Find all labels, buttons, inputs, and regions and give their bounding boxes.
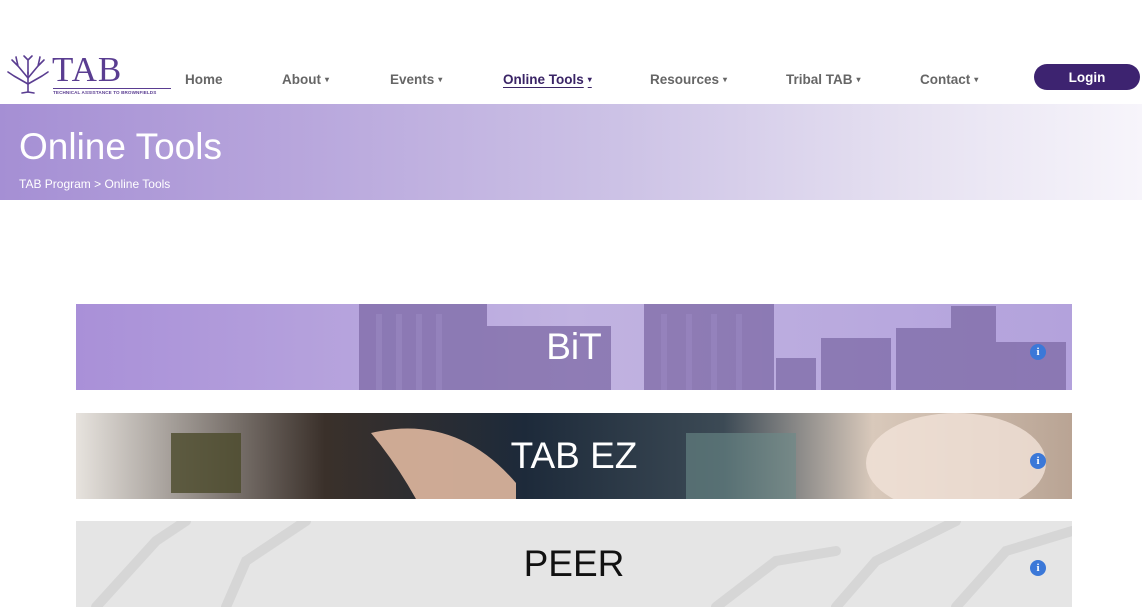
page-title: Online Tools xyxy=(19,126,222,167)
logo-tagline: TECHNICAL ASSISTANCE TO BROWNFIELDS xyxy=(53,90,157,95)
nav-home-label: Home xyxy=(185,72,223,87)
info-icon[interactable]: i xyxy=(1030,453,1046,469)
nav-home[interactable]: Home xyxy=(185,72,223,87)
nav-about-label: About xyxy=(282,72,321,87)
tool-banner-peer[interactable]: PEER i xyxy=(76,521,1072,607)
nav-contact[interactable]: Contact ▾ xyxy=(920,72,978,87)
tree-logo-icon xyxy=(7,55,49,94)
tool-banner-bit[interactable]: BiT i xyxy=(76,304,1072,390)
chevron-down-icon: ▾ xyxy=(324,75,329,84)
chevron-down-icon: ▾ xyxy=(587,75,592,84)
chevron-down-icon: ▾ xyxy=(856,75,861,84)
nav-events-label: Events xyxy=(390,72,435,87)
page-hero: Online Tools TAB Program > Online Tools xyxy=(0,104,1142,200)
chevron-down-icon: ▾ xyxy=(438,75,443,84)
login-button[interactable]: Login xyxy=(1034,64,1140,90)
info-icon[interactable]: i xyxy=(1030,344,1046,360)
nav-resources[interactable]: Resources ▾ xyxy=(650,72,727,87)
nav-online-tools[interactable]: Online Tools ▾ xyxy=(503,72,592,87)
chevron-down-icon: ▾ xyxy=(974,75,979,84)
nav-about[interactable]: About ▾ xyxy=(282,72,329,87)
breadcrumb[interactable]: TAB Program > Online Tools xyxy=(19,177,170,191)
info-icon[interactable]: i xyxy=(1030,560,1046,576)
tab-logo[interactable]: TAB TECHNICAL ASSISTANCE TO BROWNFIELDS xyxy=(6,50,171,96)
tool-banner-tab-ez[interactable]: TAB EZ i xyxy=(76,413,1072,499)
nav-contact-label: Contact xyxy=(920,72,971,87)
nav-events[interactable]: Events ▾ xyxy=(390,72,442,87)
nav-online-tools-label: Online Tools xyxy=(503,72,584,87)
chevron-down-icon: ▾ xyxy=(723,75,728,84)
tool-title-bit: BiT xyxy=(546,326,602,367)
nav-tribal-tab-label: Tribal TAB xyxy=(786,72,853,87)
tool-title-tab-ez: TAB EZ xyxy=(510,435,638,476)
tool-title-peer: PEER xyxy=(523,543,625,584)
nav-tribal-tab[interactable]: Tribal TAB ▾ xyxy=(786,72,861,87)
logo-rule xyxy=(53,88,171,89)
nav-resources-label: Resources xyxy=(650,72,720,87)
logo-wordmark: TAB xyxy=(52,50,123,89)
